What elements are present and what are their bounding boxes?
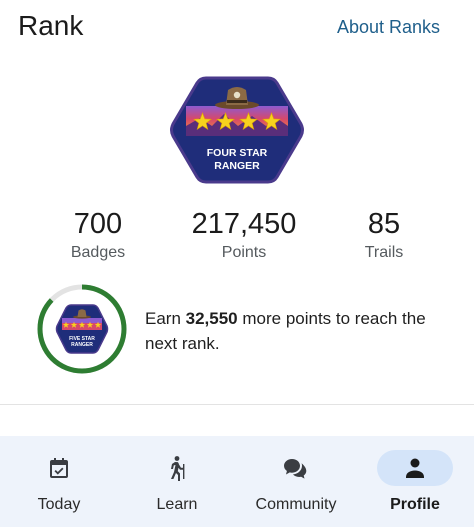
nav-label: Community <box>255 496 337 513</box>
nav-tab-today[interactable]: Today <box>0 436 118 527</box>
section-divider <box>0 404 474 405</box>
nav-label: Learn <box>156 496 198 513</box>
calendar-check-icon <box>21 450 97 486</box>
points-needed: 32,550 <box>185 309 238 328</box>
message-prefix: Earn <box>145 309 186 328</box>
next-rank-progress-ring: FIVE STAR RANGER <box>36 282 128 376</box>
badge-text-line2: RANGER <box>214 160 260 172</box>
person-icon <box>377 450 453 486</box>
stat-trails: 85 Trails <box>314 206 454 264</box>
stat-label: Badges <box>70 244 126 261</box>
stat-points: 217,450 Points <box>174 206 314 264</box>
stat-value: 700 <box>73 208 123 240</box>
about-ranks-link[interactable]: About Ranks <box>337 16 440 38</box>
stat-badges: 700 Badges <box>28 206 168 264</box>
stat-label: Points <box>221 244 267 261</box>
next-rank-badge: FIVE STAR RANGER <box>55 304 109 354</box>
nav-tab-community[interactable]: Community <box>237 436 355 527</box>
header: Rank About Ranks <box>0 0 474 56</box>
next-rank-message: Earn 32,550 more points to reach the nex… <box>145 306 445 356</box>
current-rank-badge: FOUR STAR RANGER <box>166 74 308 186</box>
chat-bubbles-icon <box>258 450 334 486</box>
nav-label: Today <box>37 496 81 513</box>
stat-value: 217,450 <box>191 208 297 240</box>
next-badge-text-line2: RANGER <box>71 342 93 348</box>
badge-text-line1: FOUR STAR <box>207 147 268 159</box>
nav-tab-profile[interactable]: Profile <box>356 436 474 527</box>
stat-label: Trails <box>364 244 404 261</box>
nav-tab-learn[interactable]: Learn <box>118 436 236 527</box>
hiker-icon <box>139 450 215 486</box>
bottom-nav: Today Learn Community Profile <box>0 436 474 527</box>
stats-row: 700 Badges 217,450 Points 85 Trails <box>0 206 474 266</box>
nav-label: Profile <box>390 496 440 513</box>
stat-value: 85 <box>367 208 401 240</box>
page-title: Rank <box>18 10 84 41</box>
next-rank-section: FIVE STAR RANGER Earn 32,550 more points… <box>36 282 456 378</box>
